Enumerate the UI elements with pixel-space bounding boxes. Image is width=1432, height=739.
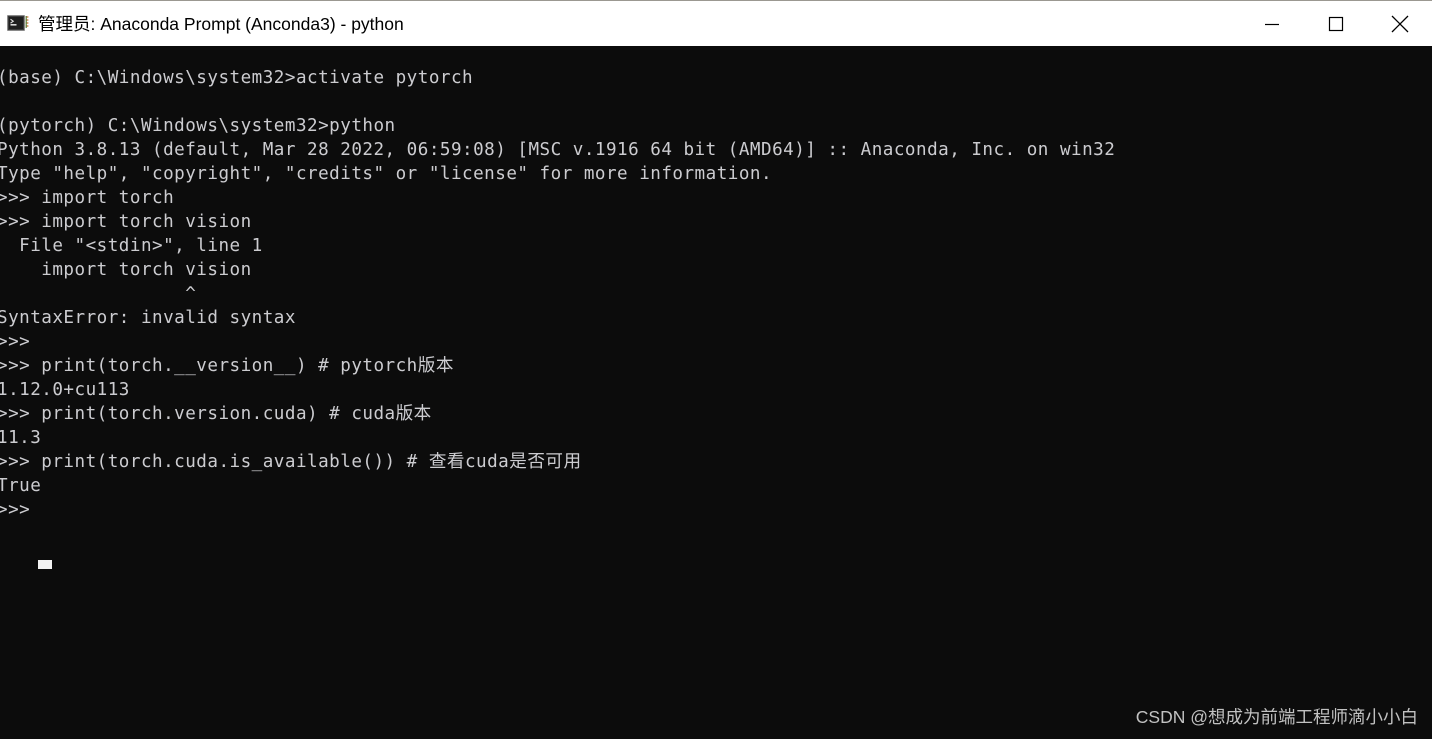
console-line: >>> [0,500,42,520]
window-controls [1240,0,1432,47]
minimize-button[interactable] [1240,0,1304,47]
console-line: ^ [0,284,197,304]
window-title: 管理员: Anaconda Prompt (Anconda3) - python [38,13,404,34]
csdn-watermark: CSDN @想成为前端工程师滴小小白 [1135,707,1418,727]
console-icon [7,14,29,33]
console-line: >>> print(torch.cuda.is_available()) # 查… [0,452,582,472]
console-line: >>> import torch [0,188,175,208]
console-line: import torch vision [0,260,252,280]
console-line: 11.3 [0,428,42,448]
console-line: >>> print(torch.version.cuda) # cuda版本 [0,404,432,424]
text-cursor [38,560,52,569]
console-line: (base) C:\Windows\system32>activate pyto… [0,68,474,88]
console-line: SyntaxError: invalid syntax [0,308,296,328]
terminal-window: 管理员: Anaconda Prompt (Anconda3) - python [0,0,1432,739]
titlebar-left-group: 管理员: Anaconda Prompt (Anconda3) - python [0,13,1240,35]
console-output-area[interactable]: (base) C:\Windows\system32>activate pyto… [0,46,1432,739]
console-line: (pytorch) C:\Windows\system32>python [0,116,396,136]
console-line: True [0,476,42,496]
console-line: File "<stdin>", line 1 [0,236,263,256]
console-line: Type "help", "copyright", "credits" or "… [0,164,773,184]
maximize-button[interactable] [1304,0,1368,47]
close-button[interactable] [1368,0,1432,47]
console-line: 1.12.0+cu113 [0,380,130,400]
console-line: >>> print(torch.__version__) # pytorch版本 [0,356,454,376]
console-line: >>> import torch vision [0,212,252,232]
window-titlebar[interactable]: 管理员: Anaconda Prompt (Anconda3) - python [0,0,1432,47]
console-text: (base) C:\Windows\system32>activate pyto… [0,66,1115,522]
console-line: >>> [0,332,31,352]
console-line: Python 3.8.13 (default, Mar 28 2022, 06:… [0,140,1116,160]
